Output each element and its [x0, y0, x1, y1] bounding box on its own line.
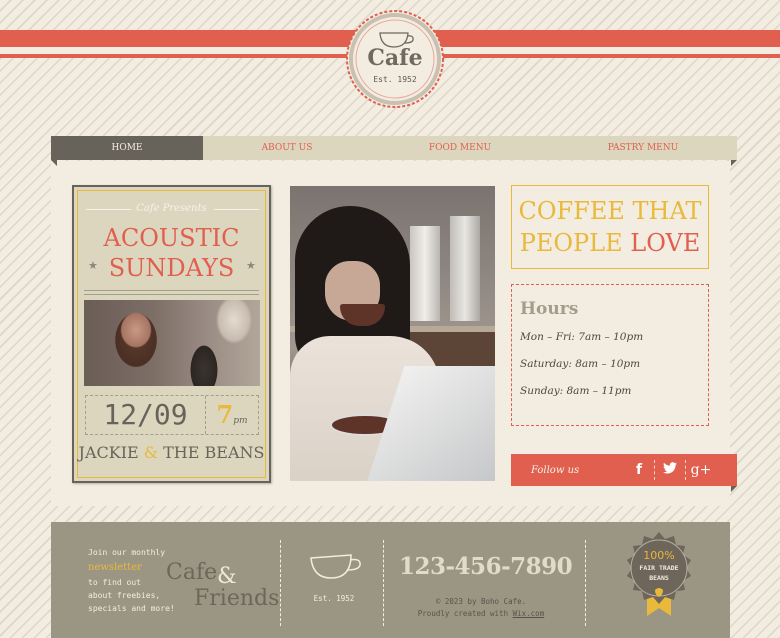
hours-row: Sunday: 8am – 11pm	[520, 385, 632, 397]
band-name-part1: JACKIE	[78, 443, 144, 462]
star-icon: ★	[246, 259, 256, 272]
google-plus-icon[interactable]: g+	[686, 462, 716, 478]
hours-box: Hours Mon – Fri: 7am – 10pm Saturday: 8a…	[511, 284, 709, 426]
presents-line-right	[214, 209, 259, 210]
newsletter-link[interactable]: newsletter	[88, 559, 175, 576]
event-time-hour: 7	[216, 400, 234, 429]
newsletter-post: specials and more!	[88, 604, 175, 613]
created-with-text: Proudly created with	[417, 609, 513, 618]
nav-fold-right	[731, 160, 737, 166]
poster-title-line2: SUNDAYS	[108, 254, 235, 282]
follow-label: Follow us	[531, 464, 580, 476]
footer: Join our monthly newsletter to find out …	[51, 522, 730, 638]
follow-fold	[731, 486, 737, 492]
nav-pastry-menu[interactable]: PASTRY MENU	[549, 136, 737, 160]
nav-food-menu[interactable]: FOOD MENU	[371, 136, 549, 160]
event-poster[interactable]: Cafe Presents ACOUSTIC SUNDAYS ★ ★ 12/09…	[72, 185, 271, 483]
badge-line1: FAIR TRADE	[639, 564, 679, 572]
event-time: 7pm	[206, 396, 258, 434]
woman-drinking-coffee-photo	[290, 186, 495, 481]
band-name: JACKIE & THE BEANS	[74, 443, 269, 462]
logo-est: Est. 1952	[373, 75, 417, 84]
badge-percent: 100%	[643, 549, 675, 562]
band-name-part2: THE BEANS	[158, 443, 265, 462]
copyright-text: © 2023 by Boho Cafe.	[435, 597, 527, 606]
hours-row: Saturday: 8am – 10pm	[520, 358, 641, 370]
wix-link[interactable]: Wix.com	[513, 609, 545, 618]
footer-separator	[585, 540, 586, 626]
hours-title: Hours	[520, 299, 579, 319]
poster-title-line1: ACOUSTIC	[103, 224, 240, 252]
copyright: © 2023 by Boho Cafe. Proudly created wit…	[391, 596, 571, 620]
footer-separator	[383, 540, 384, 626]
phone-number[interactable]: 123-456-7890	[399, 553, 573, 580]
photo-grinder	[450, 216, 480, 321]
badge-line2: BEANS	[649, 574, 669, 582]
coffee-headline: COFFEE THAT PEOPLE LOVE	[511, 185, 709, 269]
coffee-cup-icon	[310, 554, 361, 579]
brand-friends: Friends	[194, 586, 280, 611]
twitter-icon[interactable]	[655, 462, 685, 478]
nav-about-us[interactable]: ABOUT US	[203, 136, 371, 160]
headline-line2-prefix: PEOPLE	[519, 229, 631, 257]
newsletter-pre: Join our monthly	[88, 548, 166, 557]
poster-divider	[84, 290, 259, 291]
event-datetime: 12/09 7pm	[85, 395, 259, 435]
brand-cafe: Cafe	[166, 560, 218, 585]
headline-line2: PEOPLE LOVE	[512, 227, 708, 259]
event-time-suffix: pm	[233, 416, 248, 426]
facebook-icon[interactable]: f	[624, 462, 654, 478]
headline-line2-accent: LOVE	[630, 229, 701, 257]
main-nav: HOME ABOUT US FOOD MENU PASTRY MENU	[51, 136, 737, 160]
twitter-bird-icon	[663, 462, 677, 474]
star-icon: ★	[88, 259, 98, 272]
footer-est: Est. 1952	[313, 594, 355, 603]
newsletter-text: Join our monthly newsletter to find out …	[88, 546, 175, 615]
nav-fold-left	[51, 160, 57, 166]
nav-home[interactable]: HOME	[51, 136, 203, 160]
photo-grinder	[410, 226, 440, 321]
footer-separator	[280, 540, 281, 626]
newsletter-post: to find out	[88, 578, 141, 587]
logo-title: Cafe	[367, 45, 423, 71]
poster-divider	[84, 294, 259, 295]
band-name-amp: &	[143, 443, 159, 462]
poster-title: ACOUSTIC SUNDAYS	[74, 223, 269, 283]
singer-photo	[84, 300, 260, 386]
follow-bar: Follow us f g+	[511, 454, 737, 486]
event-date: 12/09	[86, 396, 206, 434]
hours-row: Mon – Fri: 7am – 10pm	[520, 331, 644, 343]
newsletter-post: about freebies,	[88, 591, 161, 600]
cafe-logo[interactable]: Cafe Est. 1952	[345, 3, 445, 115]
headline-line1: COFFEE THAT	[518, 197, 702, 225]
